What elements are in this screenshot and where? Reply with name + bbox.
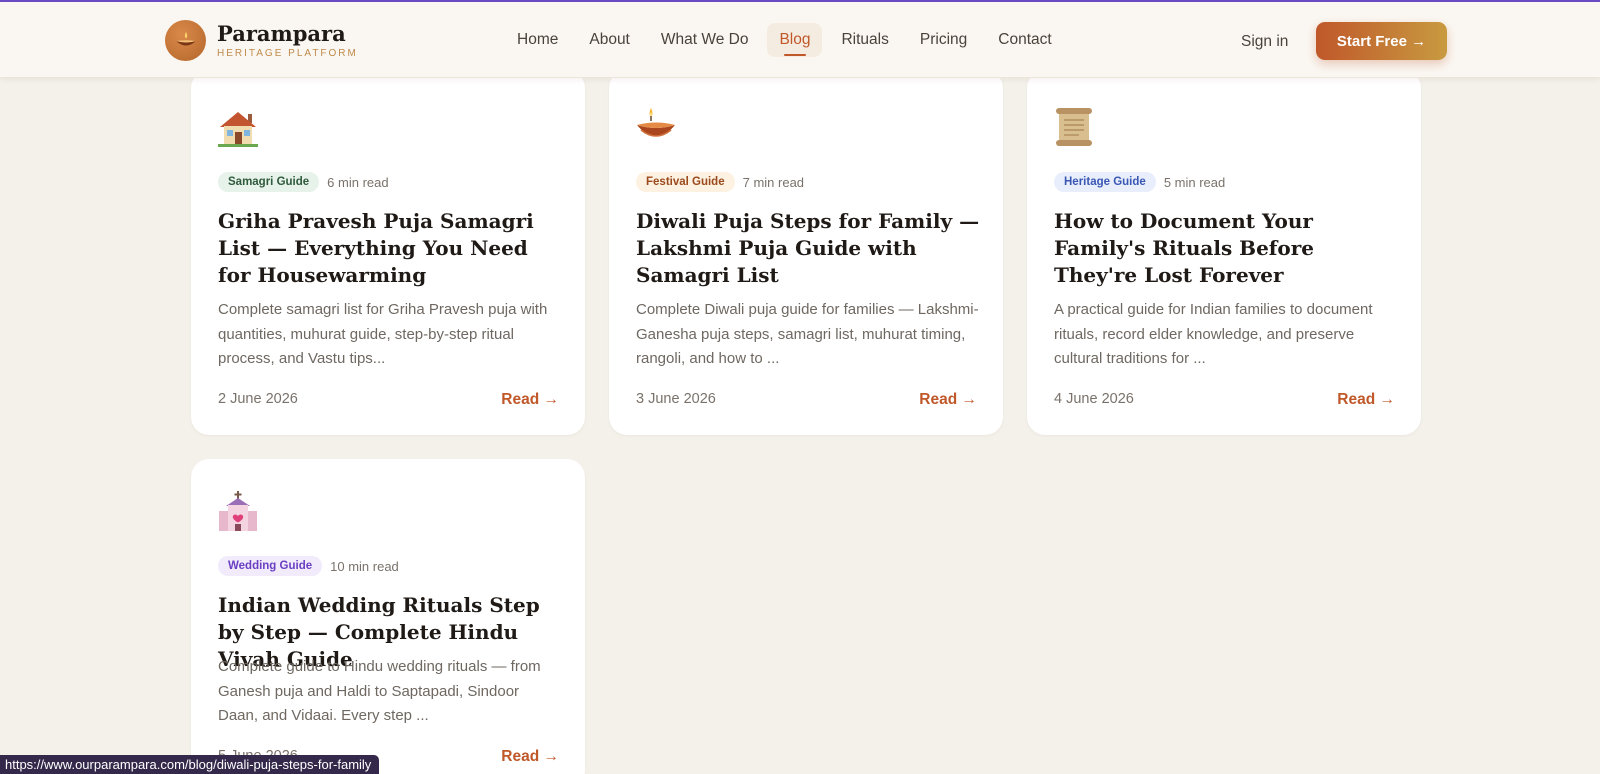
card-excerpt: A practical guide for Indian families to… bbox=[1054, 301, 1373, 367]
top-accent-line bbox=[0, 0, 1600, 2]
blog-card-wedding-rituals[interactable]: Wedding Guide 10 min read Indian Wedding… bbox=[191, 459, 585, 774]
site-header: Parampara HERITAGE PLATFORM Home About W… bbox=[0, 2, 1600, 78]
logo[interactable]: Parampara HERITAGE PLATFORM bbox=[165, 20, 358, 61]
start-free-button[interactable]: Start Free → bbox=[1316, 22, 1447, 60]
read-link[interactable]: Read → bbox=[501, 391, 559, 409]
read-time: 7 min read bbox=[742, 174, 805, 190]
nav-rituals[interactable]: Rituals bbox=[829, 23, 900, 57]
blog-card-document-rituals[interactable]: Heritage Guide 5 min read How to Documen… bbox=[1027, 70, 1421, 435]
blog-card-diwali-puja[interactable]: Festival Guide 7 min read Diwali Puja St… bbox=[609, 70, 1003, 435]
category-badge: Festival Guide bbox=[636, 172, 735, 192]
nav-pricing[interactable]: Pricing bbox=[908, 23, 979, 57]
logo-badge bbox=[165, 20, 206, 61]
read-link[interactable]: Read → bbox=[501, 748, 559, 766]
card-excerpt: Complete guide to Hindu wedding rituals … bbox=[218, 658, 541, 724]
sign-in-link[interactable]: Sign in bbox=[1241, 33, 1288, 51]
nav-blog[interactable]: Blog bbox=[767, 23, 823, 57]
category-badge: Wedding Guide bbox=[218, 556, 323, 576]
diya-lamp-icon bbox=[175, 31, 196, 45]
diya-lamp-icon bbox=[637, 108, 675, 137]
nav-about[interactable]: About bbox=[577, 23, 642, 57]
house-icon bbox=[218, 112, 258, 147]
card-excerpt: Complete Diwali puja guide for families … bbox=[636, 301, 979, 367]
card-excerpt: Complete samagri list for Griha Pravesh … bbox=[218, 301, 548, 367]
logo-name: Parampara bbox=[217, 21, 346, 46]
nav-contact[interactable]: Contact bbox=[986, 23, 1063, 57]
read-link[interactable]: Read → bbox=[919, 391, 977, 409]
publish-date: 2 June 2026 bbox=[218, 391, 298, 407]
category-badge: Samagri Guide bbox=[218, 172, 320, 192]
card-title[interactable]: Griha Pravesh Puja Samagri List — Everyt… bbox=[218, 208, 563, 289]
logo-tagline: HERITAGE PLATFORM bbox=[217, 48, 358, 59]
wedding-chapel-icon bbox=[219, 491, 257, 531]
card-title[interactable]: Diwali Puja Steps for Family — Lakshmi P… bbox=[636, 208, 981, 289]
scroll-icon bbox=[1056, 108, 1092, 146]
publish-date: 3 June 2026 bbox=[636, 391, 716, 407]
read-link[interactable]: Read → bbox=[1337, 391, 1395, 409]
main-nav: Home About What We Do Blog Rituals Prici… bbox=[505, 2, 1071, 78]
browser-status-url: https://www.ourparampara.com/blog/diwali… bbox=[0, 755, 380, 774]
nav-home[interactable]: Home bbox=[505, 23, 570, 57]
read-time: 5 min read bbox=[1163, 174, 1226, 190]
read-time: 6 min read bbox=[327, 174, 389, 190]
publish-date: 4 June 2026 bbox=[1054, 391, 1134, 407]
nav-what-we-do[interactable]: What We Do bbox=[649, 23, 761, 57]
card-title[interactable]: How to Document Your Family's Rituals Be… bbox=[1054, 208, 1399, 289]
read-time: 10 min read bbox=[330, 558, 399, 574]
category-badge: Heritage Guide bbox=[1054, 172, 1156, 192]
blog-card-griha-pravesh[interactable]: Samagri Guide 6 min read Griha Pravesh P… bbox=[191, 70, 585, 435]
